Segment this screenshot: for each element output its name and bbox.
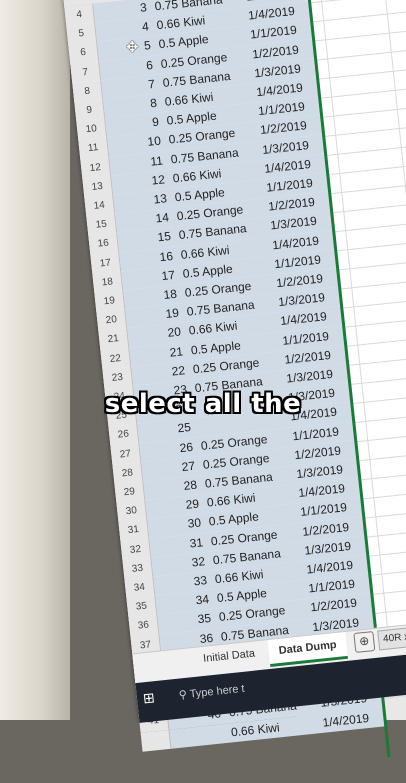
monitor-screen: A 430.75 Banana1/3/2019540.66 Kiwi1/4/20… <box>62 0 406 780</box>
row-number[interactable] <box>140 729 172 752</box>
windows-start-icon[interactable]: ⊞ <box>142 689 155 707</box>
selection-size-indicator: 40R x 4C <box>377 625 406 651</box>
desk-background <box>0 0 70 720</box>
taskbar-search-input[interactable]: ⚲ Type here t <box>172 678 246 707</box>
search-placeholder: Type here t <box>189 682 246 701</box>
tab-initial-data[interactable]: Initial Data <box>192 641 266 672</box>
move-cursor-icon: ✥ <box>126 39 139 56</box>
add-sheet-icon[interactable]: ⊕ <box>353 631 376 653</box>
video-caption: select all the <box>104 389 302 419</box>
